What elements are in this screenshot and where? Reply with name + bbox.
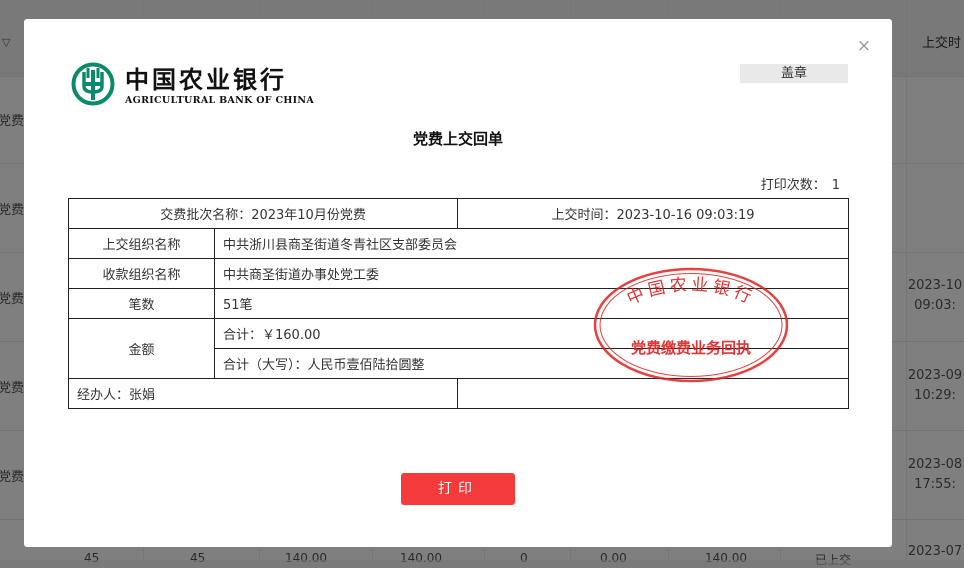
table-row: 收款组织名称 中共商圣街道办事处党工委 xyxy=(68,258,850,289)
bank-name-cn: 中国农业银行 xyxy=(125,65,287,94)
table-row: 经办人：张娟 xyxy=(67,378,850,409)
count-value: 51笔 xyxy=(213,288,850,319)
handler-extra-cell xyxy=(457,378,850,409)
print-count-value: 1 xyxy=(831,178,840,193)
print-count: 打印次数： 1 xyxy=(724,174,840,193)
submit-org-label: 上交组织名称 xyxy=(68,228,215,259)
close-icon[interactable]: × xyxy=(856,36,872,56)
table-row: 上交组织名称 中共浙川县商圣街道冬青社区支部委员会 xyxy=(68,228,850,259)
receive-org-label: 收款组织名称 xyxy=(68,258,215,289)
table-row: 金额 合计：￥160.00 xyxy=(68,318,850,379)
receipt-dialog: × 中国农业银行 AGRICULTURAL BANK OF CHINA 盖章 党… xyxy=(24,19,892,547)
abc-logo-icon xyxy=(71,62,115,106)
amount-total-caps: 合计（大写）：人民币壹佰陆拾圆整 xyxy=(213,348,850,379)
bank-name-en: AGRICULTURAL BANK OF CHINA xyxy=(125,95,314,106)
receipt-table: 交费批次名称：2023年10月份党费 上交时间：2023-10-16 09:03… xyxy=(67,198,850,409)
receive-org-value: 中共商圣街道办事处党工委 xyxy=(213,258,850,289)
seal-button[interactable]: 盖章 xyxy=(740,64,848,83)
table-row: 交费批次名称：2023年10月份党费 上交时间：2023-10-16 09:03… xyxy=(67,198,850,229)
count-label: 笔数 xyxy=(68,288,215,319)
print-count-label: 打印次数： xyxy=(760,178,826,193)
submit-org-value: 中共浙川县商圣街道冬青社区支部委员会 xyxy=(213,228,850,259)
bank-logo: 中国农业银行 AGRICULTURAL BANK OF CHINA xyxy=(71,62,314,112)
amount-label: 金额 xyxy=(68,318,215,379)
table-row: 笔数 51笔 xyxy=(68,288,850,319)
submit-time-cell: 上交时间：2023-10-16 09:03:19 xyxy=(457,198,850,229)
batch-name-cell: 交费批次名称：2023年10月份党费 xyxy=(67,198,459,229)
receipt-title: 党费上交回单 xyxy=(412,130,503,148)
handler-cell: 经办人：张娟 xyxy=(67,378,459,409)
print-button[interactable]: 打印 xyxy=(401,473,515,505)
amount-total: 合计：￥160.00 xyxy=(213,318,850,349)
